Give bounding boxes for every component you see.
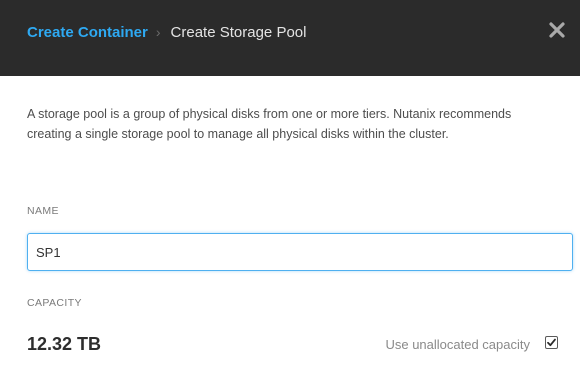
use-unallocated-capacity-label: Use unallocated capacity <box>385 337 530 352</box>
capacity-label: CAPACITY <box>27 297 82 309</box>
capacity-value: 12.32 TB <box>27 334 102 354</box>
dialog-header: Create Container › Create Storage Pool <box>0 0 580 76</box>
breadcrumb-create-storage-pool: Create Storage Pool <box>170 24 307 41</box>
close-icon <box>549 22 565 38</box>
name-input[interactable] <box>27 233 573 271</box>
checkmark-icon <box>545 336 558 349</box>
name-label: NAME <box>27 205 59 217</box>
description-text: A storage pool is a group of physical di… <box>27 107 512 141</box>
breadcrumb-separator: › <box>155 24 161 40</box>
use-unallocated-capacity-checkbox[interactable] <box>545 336 558 349</box>
close-button[interactable] <box>546 18 568 42</box>
breadcrumb: Create Container › Create Storage Pool <box>27 22 306 43</box>
breadcrumb-create-container[interactable]: Create Container <box>27 24 148 41</box>
dialog-body: A storage pool is a group of physical di… <box>27 104 557 144</box>
